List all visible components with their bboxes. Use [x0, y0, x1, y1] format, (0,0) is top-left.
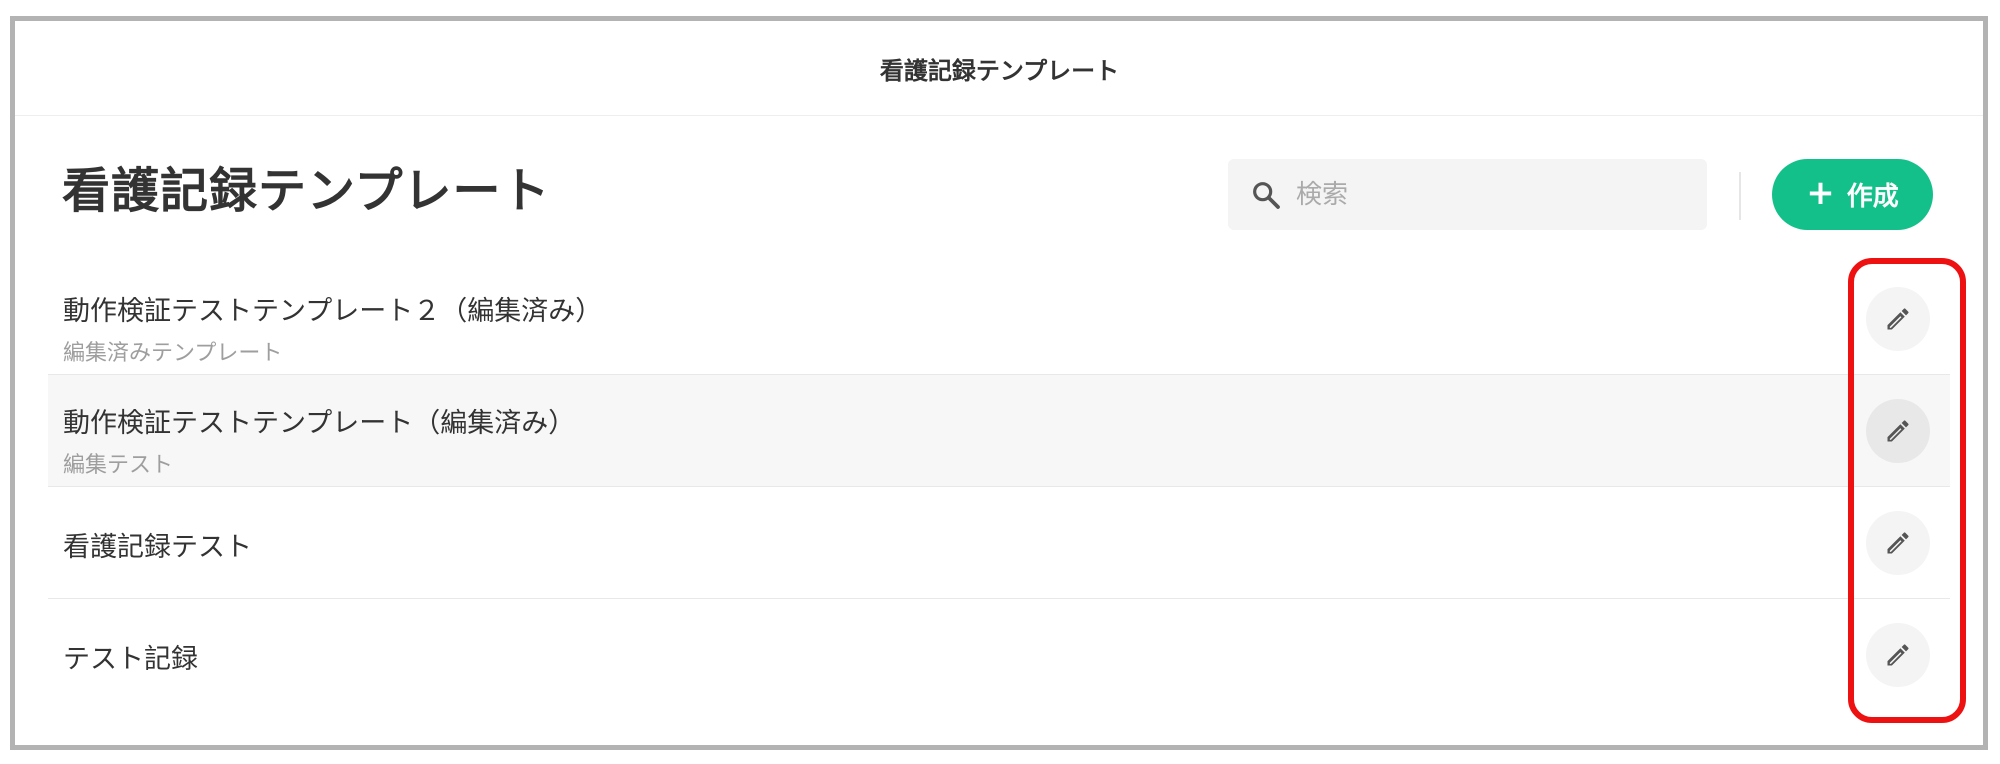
list-item-title: テスト記録 — [63, 644, 198, 675]
pencil-icon — [1887, 308, 1909, 330]
create-button-label: 作成 — [1846, 182, 1899, 212]
list-item-subtitle: 編集済みテンプレート — [63, 341, 283, 366]
pencil-icon — [1887, 420, 1909, 442]
search-icon — [1253, 182, 1280, 209]
pencil-icon — [1887, 644, 1909, 666]
list-item-subtitle: 編集テスト — [63, 453, 174, 478]
toolbar-divider — [1739, 172, 1741, 220]
list-item[interactable]: テスト記録 — [48, 599, 1950, 711]
app-window: 看護記録テンプレート 看護記録テンプレート + 作成 動作検証テストテンプレート… — [10, 16, 1988, 750]
plus-icon: + — [1806, 173, 1835, 213]
list-item[interactable]: 動作検証テストテンプレート２（編集済み） 編集済みテンプレート — [48, 263, 1950, 375]
pencil-icon — [1887, 532, 1909, 554]
list-item[interactable]: 動作検証テストテンプレート（編集済み） 編集テスト — [48, 375, 1950, 487]
list-item-title: 動作検証テストテンプレート（編集済み） — [63, 408, 576, 439]
list-item-title: 看護記録テスト — [63, 532, 252, 563]
template-list: 動作検証テストテンプレート２（編集済み） 編集済みテンプレート 動作検証テストテ… — [48, 263, 1950, 711]
search-box[interactable] — [1228, 159, 1707, 230]
create-button[interactable]: + 作成 — [1772, 159, 1933, 230]
top-bar: 看護記録テンプレート — [15, 21, 1983, 116]
search-input[interactable] — [1296, 159, 1686, 230]
edit-button[interactable] — [1866, 399, 1930, 463]
edit-button[interactable] — [1866, 287, 1930, 351]
list-item[interactable]: 看護記録テスト — [48, 487, 1950, 599]
page-title: 看護記録テンプレート — [62, 163, 551, 219]
top-bar-title: 看護記録テンプレート — [879, 56, 1120, 85]
edit-button[interactable] — [1866, 511, 1930, 575]
list-item-title: 動作検証テストテンプレート２（編集済み） — [63, 296, 603, 327]
edit-button[interactable] — [1866, 623, 1930, 687]
